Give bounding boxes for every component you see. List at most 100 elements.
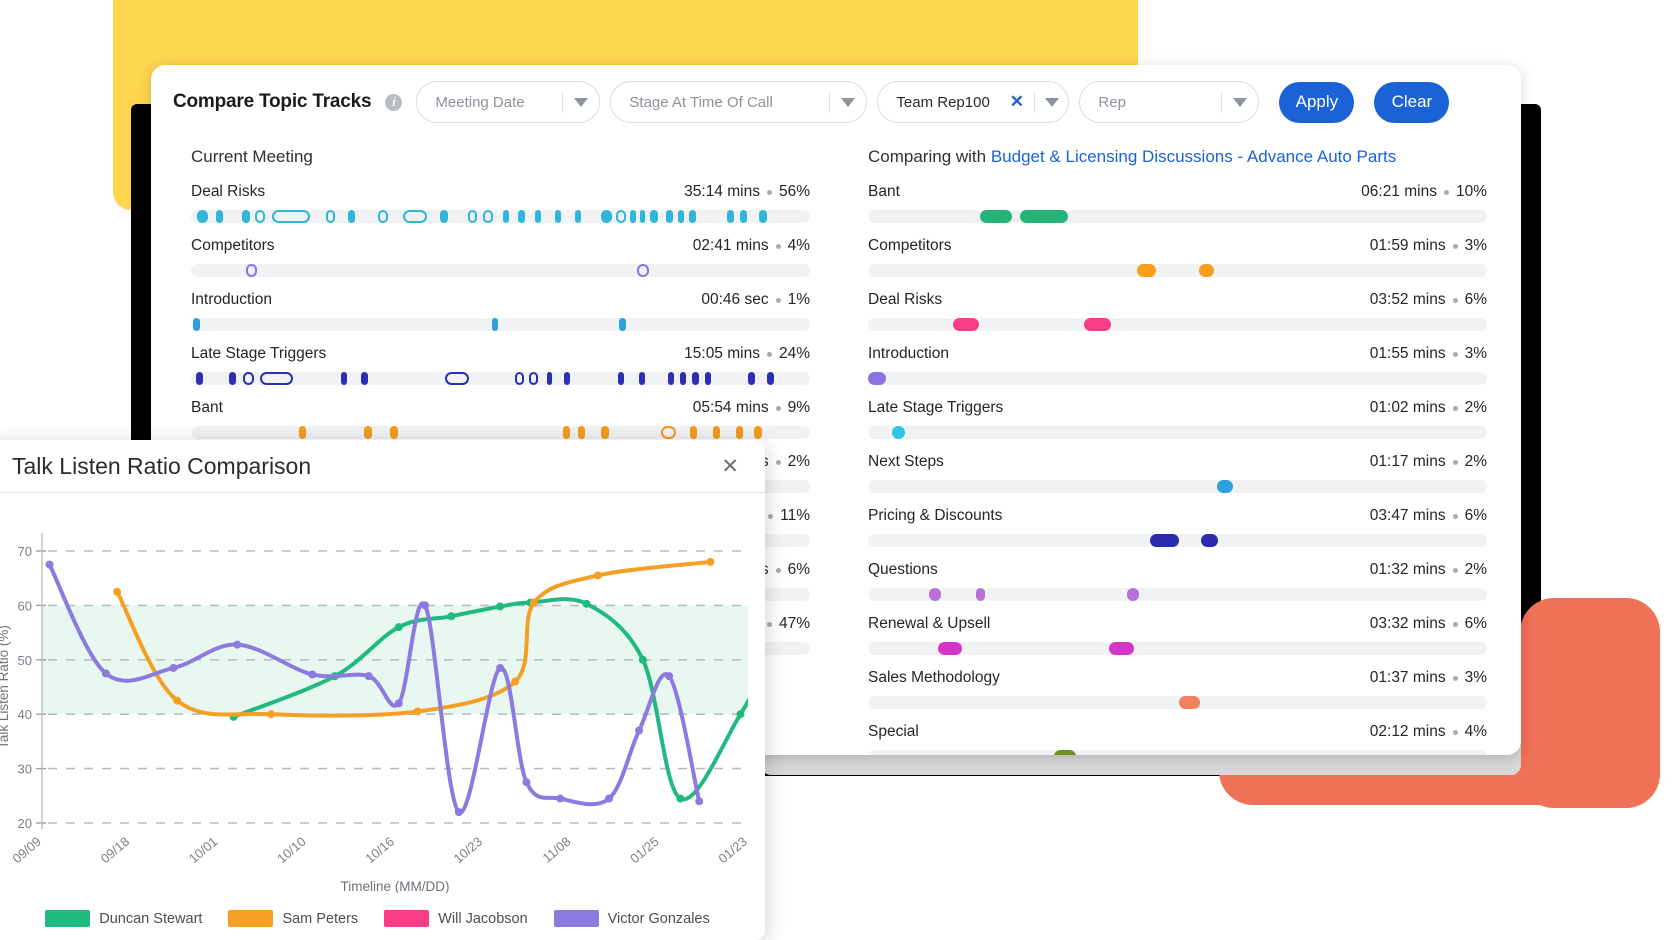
topic-track-segment[interactable] [364,426,372,439]
data-point[interactable] [394,623,403,632]
topic-track-segment[interactable] [260,372,293,385]
topic-track-segment[interactable] [546,372,553,385]
topic-track-segment[interactable] [528,372,539,385]
topic-track-segment[interactable] [618,372,625,385]
topic-track-segment[interactable] [242,210,250,223]
topic-track-row[interactable]: Introduction 00:46 sec 1% [173,291,822,331]
data-point[interactable] [394,699,403,708]
topic-track-row[interactable]: Competitors 02:41 mins 4% [173,237,822,277]
topic-track-row[interactable]: Pricing & Discounts 03:47 mins 6% [850,507,1499,547]
data-point[interactable] [267,710,276,719]
topic-track-segment[interactable] [689,426,698,439]
topic-track-row[interactable]: Renewal & Upsell 03:32 mins 6% [850,615,1499,655]
data-point[interactable] [421,601,430,610]
topic-track-row[interactable]: Competitors 01:59 mins 3% [850,237,1499,277]
topic-track-row[interactable]: Deal Risks 03:52 mins 6% [850,291,1499,331]
topic-track-segment[interactable] [402,210,427,223]
topic-track-segment[interactable] [246,264,257,277]
legend-item[interactable]: Duncan Stewart [45,910,202,927]
comparing-with-link[interactable]: Budget & Licensing Discussions - Advance… [991,147,1396,166]
topic-track-bar[interactable] [191,264,810,277]
topic-track-segment[interactable] [891,426,906,439]
topic-track-segment[interactable] [754,426,762,439]
data-point[interactable] [308,670,317,679]
topic-track-bar[interactable] [868,264,1487,277]
topic-track-segment[interactable] [638,372,645,385]
topic-track-bar[interactable] [868,750,1487,755]
topic-track-segment[interactable] [868,372,886,385]
data-point[interactable] [605,794,614,803]
topic-track-segment[interactable] [563,426,571,439]
topic-track-row[interactable]: Next Steps 01:17 mins 2% [850,453,1499,493]
topic-track-segment[interactable] [574,210,581,223]
topic-track-row[interactable]: Late Stage Triggers 15:05 mins 24% [173,345,822,385]
stage-at-time-of-call-filter[interactable]: Stage At Time Of Call [610,81,868,123]
topic-track-segment[interactable] [229,372,237,385]
topic-track-bar[interactable] [868,318,1487,331]
topic-track-segment[interactable] [483,210,494,223]
topic-track-segment[interactable] [735,426,744,439]
topic-track-segment[interactable] [554,210,562,223]
topic-track-segment[interactable] [689,210,697,223]
topic-track-segment[interactable] [601,426,609,439]
topic-track-row[interactable]: Introduction 01:55 mins 3% [850,345,1499,385]
topic-track-segment[interactable] [980,210,1013,223]
info-icon[interactable]: i [385,93,403,111]
data-point[interactable] [496,602,505,611]
topic-track-segment[interactable] [192,318,201,331]
data-point[interactable] [454,808,463,817]
topic-track-segment[interactable] [390,426,398,439]
data-point[interactable] [447,612,456,621]
data-point[interactable] [582,599,591,608]
close-icon[interactable]: ✕ [1000,92,1034,112]
topic-track-segment[interactable] [518,210,526,223]
topic-track-row[interactable]: Bant 06:21 mins 10% [850,183,1499,223]
data-point[interactable] [522,778,531,787]
topic-track-bar[interactable] [868,372,1487,385]
data-point[interactable] [736,710,745,719]
legend-item[interactable]: Will Jacobson [384,910,528,927]
topic-track-segment[interactable] [361,372,369,385]
topic-track-segment[interactable] [215,210,223,223]
team-filter[interactable]: Team Rep100 ✕ [877,81,1070,123]
legend-item[interactable]: Victor Gonzales [553,910,710,927]
topic-track-segment[interactable] [661,426,677,439]
apply-button[interactable]: Apply [1279,81,1355,123]
data-point[interactable] [665,672,674,681]
data-point[interactable] [695,797,704,806]
data-point[interactable] [556,794,565,803]
data-point[interactable] [706,557,715,566]
topic-track-row[interactable]: Late Stage Triggers 01:02 mins 2% [850,399,1499,439]
topic-track-segment[interactable] [615,210,626,223]
data-point[interactable] [529,598,538,607]
topic-track-segment[interactable] [195,372,203,385]
topic-track-segment[interactable] [619,318,626,331]
topic-track-segment[interactable] [677,210,685,223]
topic-track-segment[interactable] [727,210,734,223]
topic-track-segment[interactable] [197,210,209,223]
data-point[interactable] [638,655,647,664]
topic-track-segment[interactable] [1126,588,1140,601]
topic-track-segment[interactable] [630,210,637,223]
data-point[interactable] [45,560,54,569]
data-point[interactable] [364,672,373,681]
topic-track-segment[interactable] [564,372,571,385]
topic-track-segment[interactable] [467,210,477,223]
topic-track-segment[interactable] [1201,534,1219,547]
topic-track-segment[interactable] [928,588,942,601]
legend-item[interactable]: Sam Peters [228,910,358,927]
topic-track-bar[interactable] [191,210,810,223]
topic-track-segment[interactable] [975,588,985,601]
topic-track-segment[interactable] [937,642,963,655]
topic-track-segment[interactable] [242,372,254,385]
data-point[interactable] [113,587,122,596]
topic-track-bar[interactable] [868,426,1487,439]
rep-filter[interactable]: Rep [1079,81,1260,123]
topic-track-segment[interactable] [1019,210,1068,223]
topic-track-bar[interactable] [191,372,810,385]
topic-track-bar[interactable] [191,318,810,331]
topic-track-segment[interactable] [665,210,673,223]
topic-track-segment[interactable] [325,210,336,223]
chevron-down-icon[interactable] [1035,97,1068,107]
chevron-down-icon[interactable] [563,97,599,107]
